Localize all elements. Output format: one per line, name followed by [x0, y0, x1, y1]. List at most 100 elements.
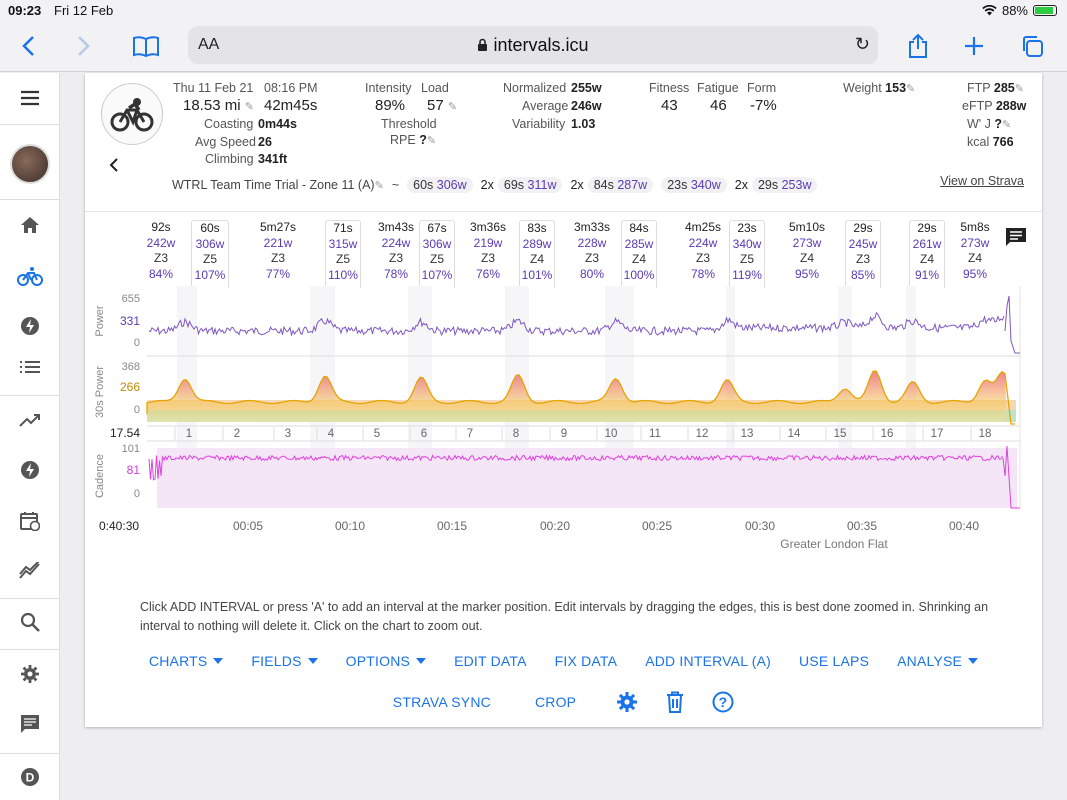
interval-column[interactable]: 92s 242w Z3 84%	[141, 220, 181, 286]
button-row-2: STRAVA SYNC CROP ?	[85, 691, 1042, 713]
best-effort-0[interactable]: 60s 306w	[407, 177, 473, 193]
help-question-icon[interactable]: ?	[698, 691, 748, 713]
interval-p: 91%	[914, 267, 940, 282]
interval-column[interactable]: 83s 289w Z4 101%	[519, 220, 555, 288]
fitness-bolt-icon[interactable]	[0, 306, 60, 346]
interval-column[interactable]: 3m43s 224w Z3 78%	[373, 220, 419, 286]
interval-dur: 29s	[917, 221, 937, 235]
interval-column[interactable]: 5m27s 221w Z3 77%	[253, 220, 303, 286]
comment-icon[interactable]	[1004, 226, 1028, 246]
charts-button[interactable]: CHARTS	[135, 653, 238, 669]
athlete-avatar[interactable]	[0, 140, 60, 188]
trend-icon[interactable]	[0, 400, 60, 440]
lap-label: 15	[834, 428, 847, 440]
interval-z: Z4	[919, 252, 934, 266]
power-icon[interactable]	[0, 450, 60, 490]
tabs-icon[interactable]	[1016, 30, 1048, 62]
new-tab-icon[interactable]	[958, 30, 990, 62]
activity-title[interactable]: WTRL Team Time Trial - Zone 11 (A)✎	[172, 178, 384, 192]
avg-value: 246w	[571, 99, 602, 113]
interval-p: 95%	[962, 266, 988, 281]
route-label: Greater London Flat	[780, 537, 888, 551]
ride-type-icon	[101, 83, 163, 145]
bike-activity-icon[interactable]	[0, 256, 60, 296]
avgspeed-value: 26	[258, 135, 272, 149]
interval-w: 273w	[960, 235, 990, 250]
interval-column[interactable]: 67s 306w Z5 107%	[419, 220, 455, 288]
wj-field[interactable]: W' J ?✎	[967, 117, 1011, 131]
best-effort-3[interactable]: 23s 340w	[661, 177, 727, 193]
share-icon[interactable]	[902, 30, 934, 62]
best-efforts: 60s 306w 2x 69s 311w 2x 84s 287w 23s 340w 2x 29…	[407, 177, 818, 193]
analyse-button[interactable]: ANALYSE	[883, 653, 992, 669]
strava-sync-button[interactable]: STRAVA SYNC	[379, 694, 521, 710]
back-icon[interactable]	[12, 30, 44, 62]
compare-icon[interactable]	[0, 551, 60, 591]
use-laps-button[interactable]: USE LAPS	[785, 653, 883, 669]
activity-distance[interactable]: 18.53 mi ✎	[183, 97, 254, 114]
interval-w: 242w	[146, 235, 176, 250]
view-on-strava-link[interactable]: View on Strava	[940, 174, 1024, 188]
lap-label: 9	[561, 428, 567, 440]
url-bar[interactable]: AA intervals.icu ↻	[188, 26, 878, 64]
interval-dur: 4m25s	[684, 220, 722, 234]
menu-icon[interactable]	[0, 78, 60, 118]
interval-column[interactable]: 29s 245w Z3 85%	[845, 220, 881, 288]
chart-area[interactable]: 92s 242w Z3 84% 60s 306w Z5 107% 5m27s 221w Z3 77% 7…	[85, 211, 1042, 591]
weight-field[interactable]: Weight 153✎	[843, 81, 915, 95]
status-right: 88%	[982, 3, 1057, 18]
list-icon[interactable]	[0, 347, 60, 387]
forward-icon[interactable]	[68, 30, 100, 62]
load-value[interactable]: 57 ✎	[427, 97, 457, 114]
interval-column[interactable]: 4m25s 224w Z3 78%	[679, 220, 727, 286]
interval-column[interactable]: 84s 285w Z4 100%	[621, 220, 657, 288]
interval-column[interactable]: 60s 306w Z5 107%	[191, 220, 229, 288]
activity-duration: 42m45s	[264, 97, 318, 114]
intensity-value: 89%	[375, 97, 406, 114]
interval-column[interactable]: 3m33s 228w Z3 80%	[569, 220, 615, 286]
best-effort-2[interactable]: 2x 84s 287w	[570, 177, 654, 193]
home-icon[interactable]	[0, 205, 60, 245]
coasting-value: 0m44s	[258, 117, 297, 131]
fields-button[interactable]: FIELDS	[237, 653, 331, 669]
interval-p: 119%	[732, 267, 762, 282]
interval-w: 219w	[473, 235, 503, 250]
form-label: Form	[747, 81, 777, 95]
interval-dur: 60s	[200, 221, 220, 235]
search-icon[interactable]	[0, 602, 60, 642]
help-text: Click ADD INTERVAL or press 'A' to add a…	[140, 600, 989, 633]
add-interval-button[interactable]: ADD INTERVAL (A)	[631, 653, 785, 669]
activity-charts[interactable]: Power30s PowerCadence6553310368266010181…	[85, 286, 1042, 631]
settings-icon[interactable]	[0, 654, 60, 694]
reload-icon[interactable]: ↻	[855, 34, 870, 55]
interval-column[interactable]: 23s 340w Z5 119%	[729, 220, 765, 288]
collapse-left-icon[interactable]	[109, 157, 119, 178]
chat-icon[interactable]	[0, 704, 60, 744]
interval-column[interactable]: 3m36s 219w Z3 76%	[465, 220, 511, 286]
interval-column[interactable]: 5m10s 273w Z4 95%	[783, 220, 831, 286]
status-date: Fri 12 Feb	[54, 3, 114, 18]
discord-icon[interactable]: D	[0, 757, 60, 797]
rpe-label[interactable]: RPE ?✎	[390, 133, 436, 147]
ftp-field[interactable]: FTP 285✎	[967, 81, 1024, 95]
options-button[interactable]: OPTIONS	[332, 653, 440, 669]
edit-data-button[interactable]: EDIT DATA	[440, 653, 541, 669]
tilde: ~	[391, 178, 400, 192]
interval-dur: 83s	[527, 221, 547, 235]
crop-button[interactable]: CROP	[521, 694, 602, 710]
delete-trash-icon[interactable]	[652, 691, 698, 713]
lap-label: 11	[649, 428, 661, 440]
bookmarks-icon[interactable]	[130, 30, 162, 62]
fix-data-button[interactable]: FIX DATA	[541, 653, 632, 669]
cadence-tick: 101	[122, 443, 140, 455]
lap-label: 7	[467, 428, 473, 440]
best-effort-1[interactable]: 2x 69s 311w	[481, 177, 563, 193]
interval-column[interactable]: 71s 315w Z5 110%	[325, 220, 361, 288]
calendar-icon[interactable]	[0, 501, 60, 541]
best-effort-4[interactable]: 2x 29s 253w	[735, 177, 818, 193]
interval-dur: 5m27s	[259, 220, 297, 234]
interval-z: Z3	[270, 251, 285, 265]
interval-column[interactable]: 5m8s 273w Z4 95%	[951, 220, 999, 286]
interval-column[interactable]: 29s 261w Z4 91%	[909, 220, 945, 288]
gear-settings-icon[interactable]	[602, 691, 652, 713]
